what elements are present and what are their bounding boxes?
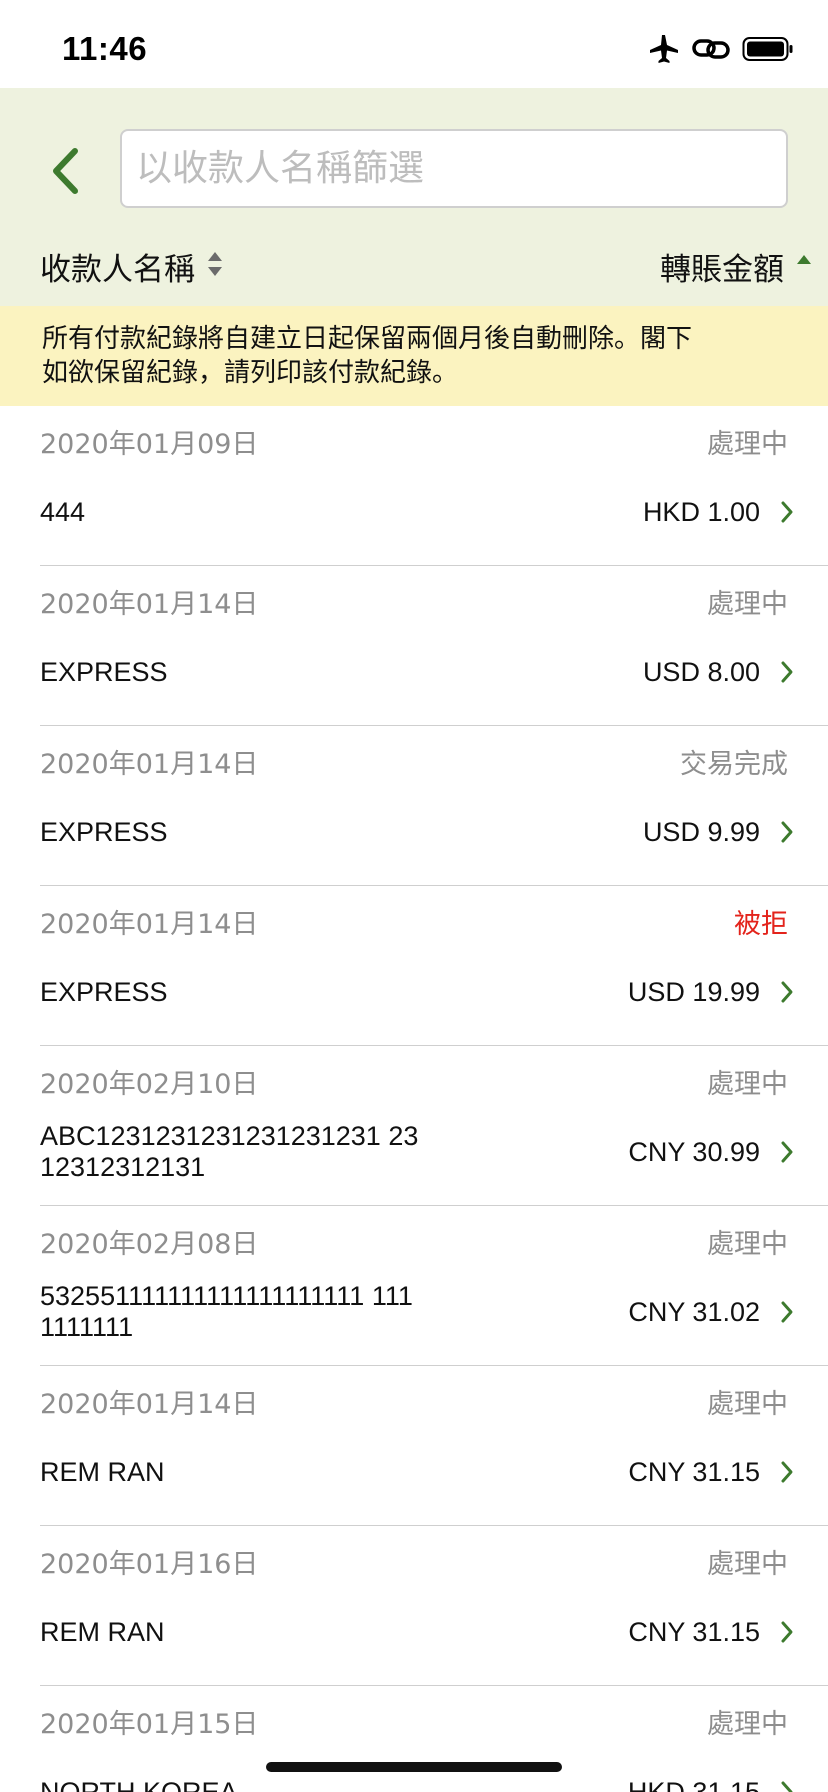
chevron-right-icon <box>781 661 793 683</box>
record-status-rejected: 被拒 <box>734 909 788 940</box>
chevron-right-icon <box>781 1621 793 1643</box>
record-status: 交易完成 <box>680 749 788 780</box>
payment-record-row[interactable]: 2020年01月14日 處理中 REM RAN CNY 31.15 <box>0 1366 828 1526</box>
record-amount: USD 8.00 <box>642 656 760 687</box>
battery-icon <box>742 36 794 62</box>
link-icon <box>692 36 730 62</box>
sort-both-icon <box>207 251 223 282</box>
record-date: 2020年02月08日 <box>40 1229 259 1260</box>
chevron-right-icon <box>781 1301 793 1323</box>
payee-column-label: 收款人名稱 <box>40 251 195 288</box>
record-payee: EXPRESS <box>40 816 168 847</box>
header: 收款人名稱 轉賬金額 <box>0 88 828 306</box>
record-status: 處理中 <box>707 1709 788 1740</box>
record-status: 處理中 <box>707 1549 788 1580</box>
chevron-right-icon <box>781 501 793 523</box>
record-payee: NORTH KOREA <box>40 1776 238 1792</box>
record-payee: EXPRESS <box>40 976 168 1007</box>
record-date: 2020年01月15日 <box>40 1709 259 1740</box>
chevron-right-icon <box>781 1781 793 1792</box>
record-amount: CNY 30.99 <box>628 1136 760 1167</box>
chevron-right-icon <box>781 981 793 1003</box>
back-button[interactable] <box>40 138 90 208</box>
payment-record-row[interactable]: 2020年01月15日 處理中 NORTH KOREA HKD 31.15 <box>0 1686 828 1792</box>
record-status: 處理中 <box>707 1389 788 1420</box>
payment-record-row[interactable]: 2020年02月08日 處理中 532551111111111111111111… <box>0 1206 828 1366</box>
chevron-right-icon <box>781 821 793 843</box>
record-payee: EXPRESS <box>40 656 168 687</box>
notice-line-2: 如欲保留紀錄，請列印該付款紀錄。 <box>42 358 459 388</box>
record-amount: HKD 1.00 <box>642 496 760 527</box>
sort-by-payee-button[interactable]: 收款人名稱 <box>40 236 223 296</box>
payment-record-row[interactable]: 2020年01月09日 處理中 444 HKD 1.00 <box>0 406 828 566</box>
status-time: 11:46 <box>62 30 148 67</box>
chevron-right-icon <box>781 1141 793 1163</box>
sort-up-icon <box>796 251 812 282</box>
amount-column-label: 轉賬金額 <box>660 251 784 288</box>
status-icons <box>648 34 794 64</box>
payment-record-row[interactable]: 2020年01月14日 被拒 EXPRESS USD 19.99 <box>0 886 828 1046</box>
payment-records-screen: 11:46 以收款人名稱篩選 收款人名稱 轉賬金額 所有付款紀錄將自建立日起保留… <box>0 0 828 1792</box>
chevron-left-icon <box>50 147 80 199</box>
record-date: 2020年01月14日 <box>40 1389 259 1420</box>
airplane-icon <box>648 34 680 64</box>
payment-record-list: 2020年01月09日 處理中 444 HKD 1.00 2020年01月14日… <box>0 406 828 1792</box>
record-amount: USD 9.99 <box>642 816 760 847</box>
record-date: 2020年01月14日 <box>40 909 259 940</box>
record-date: 2020年02月10日 <box>40 1069 259 1100</box>
record-amount: HKD 31.15 <box>627 1776 760 1792</box>
payment-record-row[interactable]: 2020年01月16日 處理中 REM RAN CNY 31.15 <box>0 1526 828 1686</box>
record-status: 處理中 <box>707 1229 788 1260</box>
record-payee: 532551111111111111111111 1111111111 <box>40 1281 413 1342</box>
record-date: 2020年01月14日 <box>40 749 259 780</box>
record-date: 2020年01月14日 <box>40 589 259 620</box>
record-amount: CNY 31.15 <box>628 1616 760 1647</box>
record-amount: USD 19.99 <box>627 976 760 1007</box>
home-indicator <box>266 1762 562 1772</box>
retention-notice: 所有付款紀錄將自建立日起保留兩個月後自動刪除。閣下 如欲保留紀錄，請列印該付款紀… <box>0 306 828 406</box>
record-status: 處理中 <box>707 429 788 460</box>
payment-record-row[interactable]: 2020年01月14日 交易完成 EXPRESS USD 9.99 <box>0 726 828 886</box>
sort-by-amount-button[interactable]: 轉賬金額 <box>660 236 812 296</box>
record-date: 2020年01月09日 <box>40 429 259 460</box>
notice-line-1: 所有付款紀錄將自建立日起保留兩個月後自動刪除。閣下 <box>42 324 693 354</box>
record-status: 處理中 <box>707 589 788 620</box>
record-payee: 444 <box>40 496 86 527</box>
payment-record-row[interactable]: 2020年01月14日 處理中 EXPRESS USD 8.00 <box>0 566 828 726</box>
record-status: 處理中 <box>707 1069 788 1100</box>
search-input[interactable] <box>120 129 788 208</box>
record-payee: ABC1231231231231231231 2312312312131 <box>40 1121 419 1182</box>
record-payee: REM RAN <box>40 1456 165 1487</box>
record-date: 2020年01月16日 <box>40 1549 259 1580</box>
record-payee: REM RAN <box>40 1616 165 1647</box>
payment-record-row[interactable]: 2020年02月10日 處理中 ABC1231231231231231231 2… <box>0 1046 828 1206</box>
status-bar: 11:46 <box>0 0 828 88</box>
column-headers: 收款人名稱 轉賬金額 <box>0 236 828 296</box>
record-amount: CNY 31.02 <box>628 1296 760 1327</box>
record-amount: CNY 31.15 <box>628 1456 760 1487</box>
chevron-right-icon <box>781 1461 793 1483</box>
